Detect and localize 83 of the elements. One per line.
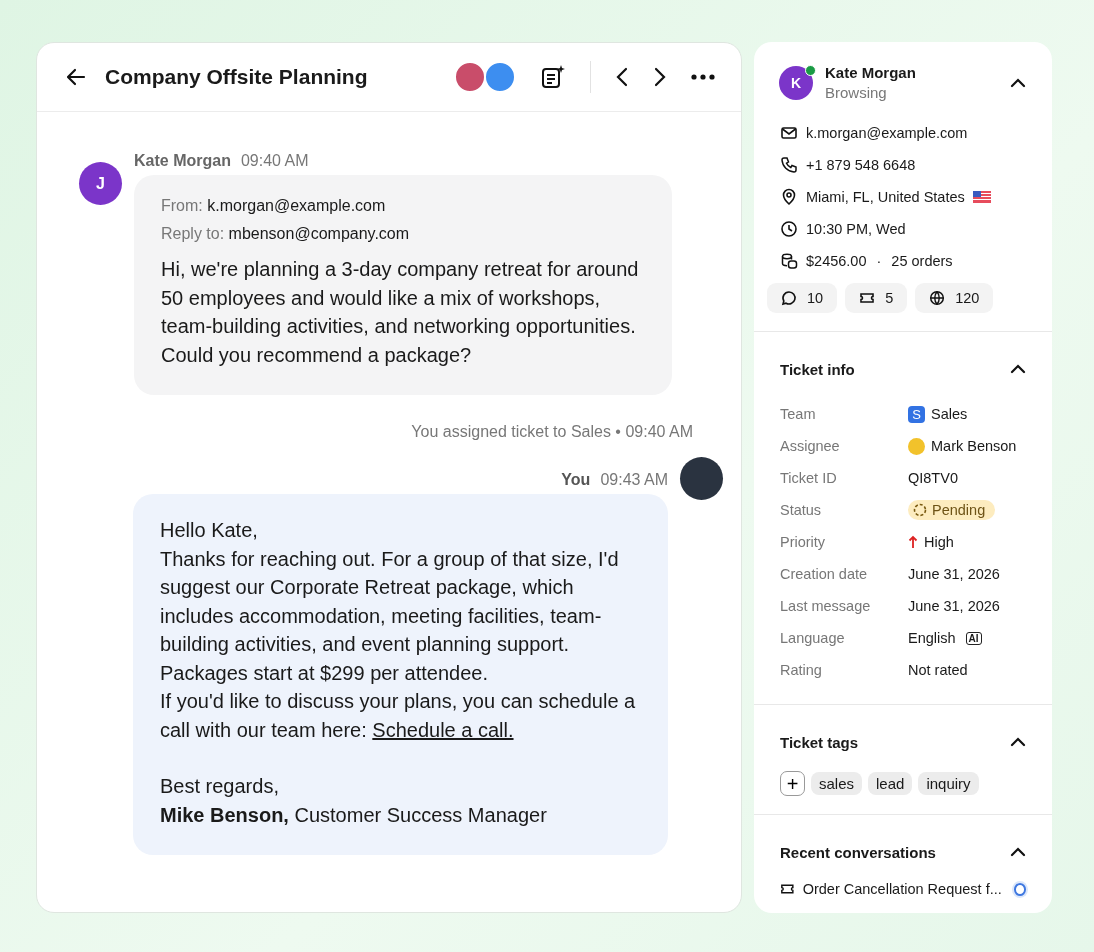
signature-text: Mike Benson, Customer Success Manager (160, 802, 548, 828)
note-sparkle-icon[interactable] (540, 64, 566, 90)
order-count: 25 orders (891, 253, 953, 269)
contact-activity: Browsing (825, 84, 888, 101)
section-title: Ticket info (780, 360, 855, 378)
contact-detail: $2456.00 (806, 253, 867, 269)
flag-icon (972, 191, 991, 203)
location-pin-icon (780, 188, 798, 206)
tag[interactable]: inquiry (918, 772, 979, 795)
previous-icon[interactable] (615, 67, 629, 87)
field-label: Team (780, 406, 817, 422)
contact-detail: 10:30 PM, Wed (806, 221, 906, 237)
next-icon[interactable] (653, 67, 667, 87)
contact-name: Kate Morgan (825, 64, 916, 81)
field-label: Creation date (780, 566, 869, 582)
field-value: English (908, 630, 956, 646)
field-label: Priority (780, 534, 827, 550)
field-label: Last message (780, 598, 872, 614)
clock-icon (780, 220, 798, 238)
field-value: Sales (931, 406, 968, 422)
contact-detail: +1 879 548 6648 (806, 157, 916, 173)
sender-name: You (561, 471, 591, 489)
message-text: Packages start at $299 per attendee. (160, 660, 489, 686)
globe-icon (929, 290, 946, 306)
collapse-icon[interactable] (1010, 77, 1026, 88)
chat-bubble-icon (781, 290, 797, 306)
ai-badge: AI (965, 631, 982, 645)
ticket-icon (859, 290, 876, 306)
field-label: Assignee (780, 438, 841, 454)
field-value: Mark Benson (931, 438, 1017, 454)
section-title: Recent conversations (780, 843, 936, 861)
field-label: Rating (780, 662, 823, 678)
stat-chip[interactable]: 10 (767, 283, 838, 313)
message-time: 09:40 AM (240, 152, 309, 170)
separator-dot: · (876, 253, 882, 269)
field-value: Not rated (908, 662, 968, 678)
field-value: QI8TV0 (908, 470, 958, 486)
contact-detail: Miami, FL, United States (806, 189, 965, 205)
message-text: Hi, we're planning a 3-day company retreat for around 50 employees and would like a mix of workshops, team-building activities, and networking opportunities. (161, 257, 640, 339)
conversation-link[interactable]: Order Cancellation Request f... (802, 881, 1002, 897)
field-label: Status (780, 502, 823, 518)
message-text: Best regards, (160, 774, 280, 799)
back-arrow-icon[interactable] (65, 66, 87, 88)
add-tag-button[interactable]: + (780, 771, 805, 796)
up-arrow-icon (908, 535, 918, 549)
collapse-icon[interactable] (1010, 364, 1026, 374)
assignee-avatar (908, 437, 925, 455)
team-badge: S (908, 405, 925, 423)
mail-icon (780, 124, 798, 142)
reply-to-label: Reply to: (161, 225, 225, 242)
more-icon[interactable] (691, 74, 715, 80)
stat-chip[interactable]: 120 (915, 283, 994, 313)
conversation-title: Company Offsite Planning (105, 65, 368, 89)
phone-icon (780, 156, 798, 174)
collapse-icon[interactable] (1010, 847, 1026, 857)
message-text: If you'd like to discuss your plans, you can schedule a call with our team here: Schedule a call. (160, 689, 637, 743)
field-value: June 31, 2026 (908, 566, 1000, 582)
stat-chip[interactable]: 5 (845, 283, 908, 313)
contact-avatar: K (779, 65, 813, 100)
user-avatar (680, 457, 723, 500)
status-badge[interactable]: Pending (908, 500, 996, 520)
message-text: Thanks for reaching out. For a group of that size, I'd suggest our Corporate Retreat package, which includes accommodation, meeting facilities, team-building activities, and event planning support. (160, 546, 620, 657)
message-text: Hello Kate, (160, 518, 259, 543)
field-label: Language (780, 630, 846, 646)
field-value: June 31, 2026 (908, 598, 1000, 614)
sender-name: Kate Morgan (134, 152, 231, 170)
schedule-link[interactable]: Schedule a call. (372, 718, 514, 741)
coins-icon (780, 252, 798, 270)
from-address: k.morgan@example.com (207, 197, 386, 214)
collapse-icon[interactable] (1010, 737, 1026, 747)
message-text: Could you recommend a package? (161, 342, 473, 368)
message-time: 09:43 AM (600, 471, 668, 489)
section-title: Ticket tags (780, 733, 859, 751)
pending-icon (913, 503, 927, 517)
reply-to-address: mbenson@company.com (228, 225, 410, 242)
tag[interactable]: lead (868, 772, 913, 795)
contact-detail: k.morgan@example.com (806, 125, 968, 141)
field-label: Ticket ID (780, 470, 838, 486)
sender-avatar: J (79, 162, 122, 205)
activity-note: You assigned ticket to Sales • 09:40 AM (411, 423, 693, 441)
tag[interactable]: sales (811, 772, 863, 795)
field-value: High (924, 534, 954, 550)
from-label: From: (161, 197, 203, 214)
